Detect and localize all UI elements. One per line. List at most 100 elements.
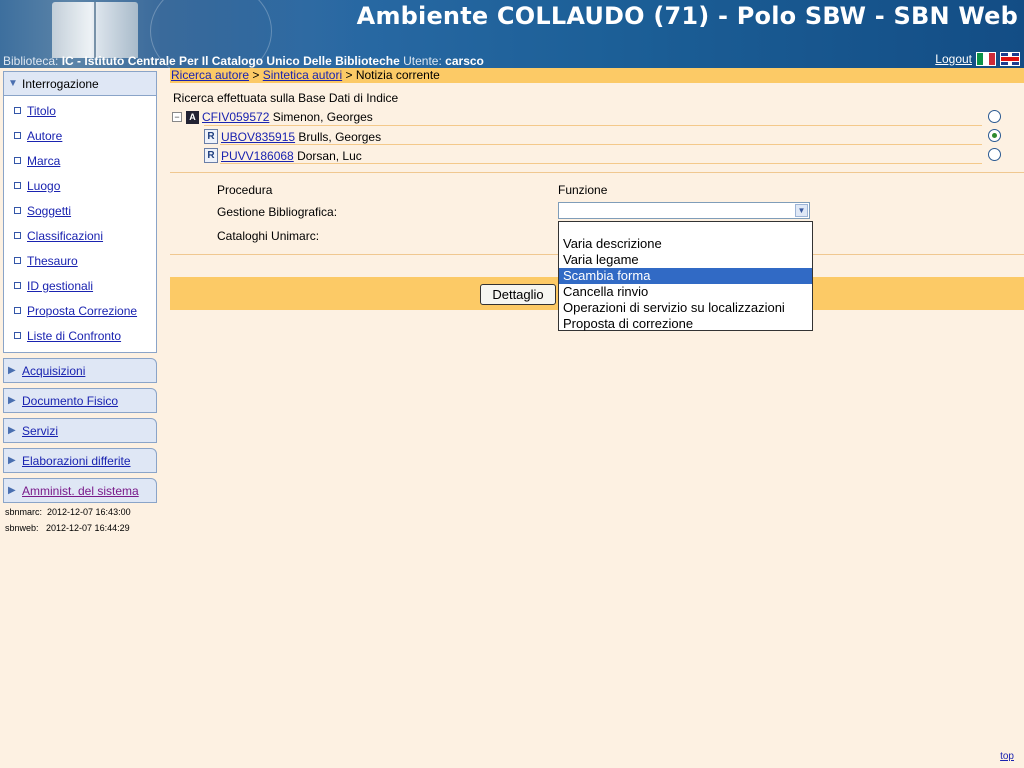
sidebar-submenu: Titolo Autore Marca Luogo Soggetti Class…	[3, 96, 157, 353]
dropdown-option[interactable]: Varia legame	[559, 252, 812, 268]
sidebar-link[interactable]: Marca	[27, 154, 60, 168]
sidebar-link[interactable]: Thesauro	[27, 254, 78, 268]
breadcrumb-ricerca-autore[interactable]: Ricerca autore	[171, 68, 249, 82]
sidebar-item-classificazioni: Classificazioni	[4, 223, 156, 248]
sidebar-section-interrogazione[interactable]: ▼ Interrogazione	[3, 71, 157, 96]
square-bullet-icon	[14, 307, 21, 314]
sidebar-section-link[interactable]: Amminist. del sistema	[22, 484, 139, 498]
sidebar-section-elaborazioni-differite[interactable]: ▶ Elaborazioni differite	[3, 448, 157, 473]
square-bullet-icon	[14, 282, 21, 289]
sidebar-section-acquisizioni[interactable]: ▶ Acquisizioni	[3, 358, 157, 383]
tree-row: R PUVV186068 Dorsan, Luc	[170, 146, 1001, 164]
cataloghi-unimarc-label: Cataloghi Unimarc:	[217, 229, 320, 243]
square-bullet-icon	[14, 257, 21, 264]
breadcrumb-sintetica-autori[interactable]: Sintetica autori	[263, 68, 342, 82]
logout-link[interactable]: Logout	[935, 52, 972, 66]
sidebar-item-titolo: Titolo	[4, 98, 156, 123]
square-bullet-icon	[14, 107, 21, 114]
sidebar-section-link[interactable]: Acquisizioni	[22, 364, 85, 378]
triangle-right-icon: ▶	[8, 365, 16, 376]
procedura-label: Procedura	[217, 183, 273, 197]
user-label: Utente:	[403, 54, 442, 68]
sidebar-link[interactable]: Liste di Confronto	[27, 329, 121, 343]
breadcrumb: Ricerca autore > Sintetica autori > Noti…	[170, 68, 1024, 83]
triangle-right-icon: ▶	[8, 455, 16, 466]
rinvio-icon: R	[204, 148, 218, 163]
library-info: Biblioteca: IC - Istituto Centrale Per I…	[3, 54, 484, 68]
sidebar-section-documento-fisico[interactable]: ▶ Documento Fisico	[3, 388, 157, 413]
sidebar-section-link[interactable]: Documento Fisico	[22, 394, 118, 408]
dropdown-option[interactable]: Proposta di correzione	[559, 316, 812, 332]
sidebar-link[interactable]: Soggetti	[27, 204, 71, 218]
funzione-select[interactable]: ▼	[558, 202, 810, 219]
english-flag-icon[interactable]	[1000, 52, 1020, 66]
sbnweb-timestamp: sbnweb: 2012-12-07 16:44:29	[5, 523, 130, 533]
library-label: Biblioteca:	[3, 54, 59, 68]
sidebar-link[interactable]: ID gestionali	[27, 279, 93, 293]
top-link[interactable]: top	[1000, 751, 1014, 762]
square-bullet-icon	[14, 232, 21, 239]
dettaglio-button[interactable]: Dettaglio	[480, 284, 556, 305]
dropdown-option-empty[interactable]	[559, 222, 812, 236]
square-bullet-icon	[14, 332, 21, 339]
header-actions: Logout	[935, 52, 1020, 66]
breadcrumb-current: Notizia corrente	[355, 68, 440, 82]
row-divider	[220, 144, 982, 145]
sidebar-menu: ▼ Interrogazione Titolo Autore Marca Luo…	[3, 71, 157, 508]
chevron-down-icon[interactable]: ▼	[795, 204, 808, 217]
collapse-icon[interactable]: −	[172, 112, 182, 122]
author-id-link[interactable]: UBOV835915	[221, 130, 295, 144]
funzione-dropdown-list[interactable]: Varia descrizione Varia legame Scambia f…	[558, 221, 813, 331]
sidebar-item-id-gestionali: ID gestionali	[4, 273, 156, 298]
funzione-label: Funzione	[558, 183, 608, 197]
sidebar-link[interactable]: Luogo	[27, 179, 60, 193]
breadcrumb-separator: >	[342, 68, 356, 82]
triangle-right-icon: ▶	[8, 485, 16, 496]
header-banner: Ambiente COLLAUDO (71) - Polo SBW - SBN …	[0, 0, 1024, 68]
sidebar-section-link[interactable]: Servizi	[22, 424, 58, 438]
library-name: IC - Istituto Centrale Per Il Catalogo U…	[61, 54, 400, 68]
sidebar-item-autore: Autore	[4, 123, 156, 148]
sidebar-section-link[interactable]: Elaborazioni differite	[22, 454, 131, 468]
dropdown-option-highlighted[interactable]: Scambia forma	[559, 268, 812, 284]
author-icon: A	[186, 110, 199, 124]
select-radio[interactable]	[988, 110, 1001, 123]
row-divider	[204, 125, 982, 126]
sidebar-item-proposta-correzione: Proposta Correzione	[4, 298, 156, 323]
square-bullet-icon	[14, 132, 21, 139]
dropdown-option[interactable]: Operazioni di servizio su localizzazioni	[559, 300, 812, 316]
sidebar-link[interactable]: Titolo	[27, 104, 56, 118]
row-divider	[220, 163, 982, 164]
italian-flag-icon[interactable]	[976, 52, 996, 66]
sidebar-item-marca: Marca	[4, 148, 156, 173]
select-radio-selected[interactable]	[988, 129, 1001, 142]
rinvio-icon: R	[204, 129, 218, 144]
sidebar-section-amministrazione[interactable]: ▶ Amminist. del sistema	[3, 478, 157, 503]
sidebar-link[interactable]: Autore	[27, 129, 62, 143]
version-timestamps: sbnmarc: 2012-12-07 16:43:00 sbnweb: 201…	[5, 504, 131, 536]
select-radio[interactable]	[988, 148, 1001, 161]
author-name: Dorsan, Luc	[297, 148, 362, 163]
author-id-link[interactable]: PUVV186068	[221, 149, 294, 163]
section-divider	[170, 172, 1024, 173]
tree-row: R UBOV835915 Brulls, Georges	[170, 127, 1001, 145]
gestione-bibliografica-label: Gestione Bibliografica:	[217, 205, 338, 219]
breadcrumb-separator: >	[249, 68, 263, 82]
triangle-right-icon: ▶	[8, 395, 16, 406]
sidebar-section-label: Interrogazione	[22, 76, 99, 91]
dropdown-option[interactable]: Varia descrizione	[559, 236, 812, 252]
sidebar-section-servizi[interactable]: ▶ Servizi	[3, 418, 157, 443]
author-name: Simenon, Georges	[272, 110, 373, 124]
sbnmarc-timestamp: sbnmarc: 2012-12-07 16:43:00	[5, 507, 131, 517]
sidebar-link[interactable]: Proposta Correzione	[27, 304, 137, 318]
author-name: Brulls, Georges	[298, 129, 382, 144]
triangle-down-icon: ▼	[8, 78, 18, 89]
search-info-text: Ricerca effettuata sulla Base Dati di In…	[173, 91, 399, 105]
triangle-right-icon: ▶	[8, 425, 16, 436]
square-bullet-icon	[14, 182, 21, 189]
square-bullet-icon	[14, 157, 21, 164]
sidebar-link[interactable]: Classificazioni	[27, 229, 103, 243]
dropdown-option[interactable]: Cancella rinvio	[559, 284, 812, 300]
square-bullet-icon	[14, 207, 21, 214]
author-id-link[interactable]: CFIV059572	[202, 110, 269, 124]
